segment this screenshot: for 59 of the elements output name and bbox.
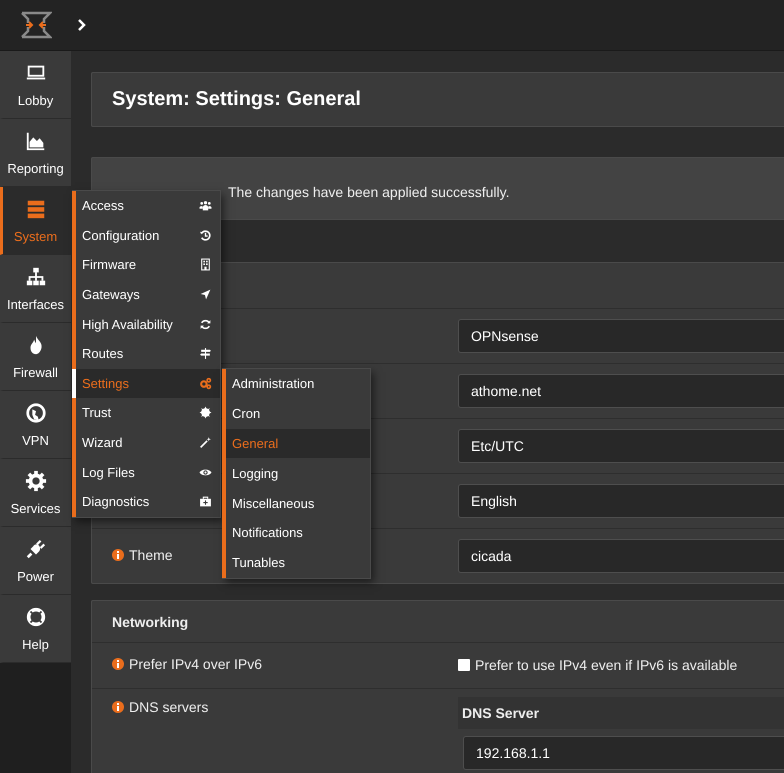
sitemap-icon: [24, 266, 46, 288]
submenu-item[interactable]: General: [222, 428, 370, 458]
menu-item[interactable]: Diagnostics: [72, 486, 220, 517]
field-label: Theme: [129, 547, 173, 563]
field-label: DNS servers: [129, 699, 208, 715]
column-header: DNS Server: [458, 697, 784, 729]
select-field[interactable]: Etc/UTC: [458, 429, 784, 463]
info-icon[interactable]: [112, 658, 124, 670]
lifebuoy-icon: [24, 606, 46, 628]
page-title: System: Settings: General: [112, 88, 361, 111]
checkbox-label: Prefer to use IPv4 even if IPv6 is available: [475, 657, 738, 673]
signpost-icon: [199, 347, 212, 360]
gear-icon: [24, 470, 46, 492]
refresh-icon: [199, 318, 212, 331]
input-field[interactable]: 192.168.1.1: [463, 736, 784, 770]
history-icon: [199, 228, 212, 242]
select-field[interactable]: athome.net: [458, 374, 784, 408]
sidebar-toggle-button[interactable]: [77, 18, 87, 32]
chevron-right-icon: [77, 18, 87, 32]
sidebar-item[interactable]: Firewall: [0, 323, 71, 391]
section-title: Networking: [112, 614, 188, 630]
users-icon: [199, 199, 212, 212]
building-icon: [199, 258, 212, 272]
select-field[interactable]: OPNsense: [458, 319, 784, 353]
menu-item[interactable]: Settings: [72, 368, 220, 398]
submenu-item[interactable]: Tunables: [222, 548, 370, 578]
location-arrow-icon: [199, 288, 212, 302]
info-icon[interactable]: [112, 549, 124, 561]
sidebar-item[interactable]: System: [0, 187, 71, 255]
select-field[interactable]: English: [458, 484, 784, 518]
sidebar-item[interactable]: Lobby: [0, 51, 71, 119]
menu-item[interactable]: Access: [72, 191, 220, 221]
certificate-icon: [199, 406, 212, 420]
submenu-item[interactable]: Administration: [222, 369, 370, 399]
menu-item[interactable]: High Availability: [72, 309, 220, 339]
sidebar-item[interactable]: Services: [0, 459, 71, 527]
submenu-item[interactable]: Notifications: [222, 518, 370, 548]
sidebar-item[interactable]: Interfaces: [0, 255, 71, 323]
select-field[interactable]: cicada: [458, 539, 784, 573]
app-logo[interactable]: [20, 11, 52, 39]
checkbox[interactable]: [458, 659, 470, 671]
menu-item[interactable]: Firmware: [72, 250, 220, 280]
plug-icon: [24, 538, 46, 560]
field-label: Prefer IPv4 over IPv6: [129, 656, 262, 672]
medkit-icon: [199, 495, 212, 508]
menu-item[interactable]: Trust: [72, 398, 220, 428]
magic-wand-icon: [199, 436, 212, 450]
sidebar-item[interactable]: Reporting: [0, 119, 71, 187]
menu-item[interactable]: Log Files: [72, 457, 220, 487]
menu-item[interactable]: Configuration: [72, 220, 220, 250]
sidebar-item[interactable]: VPN: [0, 391, 71, 459]
menu-item[interactable]: Gateways: [72, 280, 220, 310]
gears-icon: [199, 376, 212, 390]
submenu-item[interactable]: Miscellaneous: [222, 488, 370, 518]
sidebar-item[interactable]: Help: [0, 595, 71, 663]
sidebar-item[interactable]: Power: [0, 527, 71, 595]
info-icon[interactable]: [112, 701, 124, 713]
submenu-item[interactable]: Logging: [222, 458, 370, 488]
globe-icon: [24, 402, 46, 424]
